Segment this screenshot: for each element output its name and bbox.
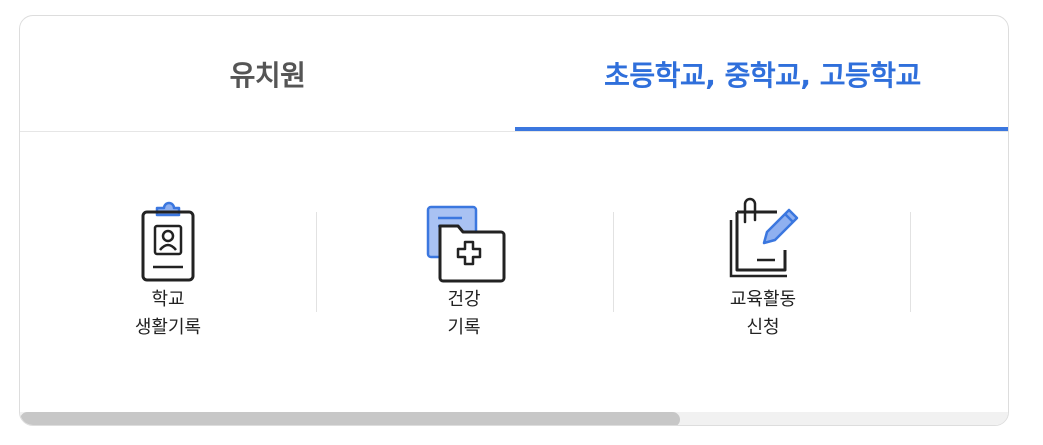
menu-card: 유치원 초등학교, 중학교, 고등학교 학교 생활기록 건강 기록 교육활동 신… <box>19 15 1009 426</box>
divider <box>613 212 614 312</box>
horizontal-scrollbar[interactable] <box>20 412 1008 425</box>
label-line-2: 생활기록 <box>134 317 202 338</box>
menu-item-education-activity-label: 교육활동 신청 <box>683 286 843 342</box>
menu-items: 학교 생활기록 건강 기록 교육활동 신청 <box>20 132 1008 412</box>
document-pencil-icon <box>729 197 799 278</box>
divider <box>316 212 317 312</box>
tab-schools[interactable]: 초등학교, 중학교, 고등학교 <box>515 16 1008 132</box>
menu-item-health-record[interactable]: 건강 기록 <box>384 192 544 342</box>
medical-folder-icon <box>426 205 506 283</box>
menu-item-school-record[interactable]: 학교 생활기록 <box>88 192 248 342</box>
label-line-1: 교육활동 <box>729 289 797 310</box>
scrollbar-thumb[interactable] <box>20 412 680 425</box>
label-line-1: 학교 <box>151 289 185 310</box>
menu-item-school-record-label: 학교 생활기록 <box>88 286 248 342</box>
active-tab-indicator <box>515 127 1008 131</box>
clipboard-student-icon <box>141 201 195 282</box>
tab-kindergarten-label: 유치원 <box>229 59 306 92</box>
label-line-1: 건강 <box>447 289 481 310</box>
menu-item-health-record-label: 건강 기록 <box>384 286 544 342</box>
label-line-2: 신청 <box>746 317 780 338</box>
label-line-2: 기록 <box>447 317 481 338</box>
tab-kindergarten[interactable]: 유치원 <box>20 16 515 132</box>
tab-schools-label: 초등학교, 중학교, 고등학교 <box>604 59 921 92</box>
divider <box>910 212 911 312</box>
tab-bar: 유치원 초등학교, 중학교, 고등학교 <box>20 16 1008 132</box>
menu-item-education-activity[interactable]: 교육활동 신청 <box>683 192 843 342</box>
